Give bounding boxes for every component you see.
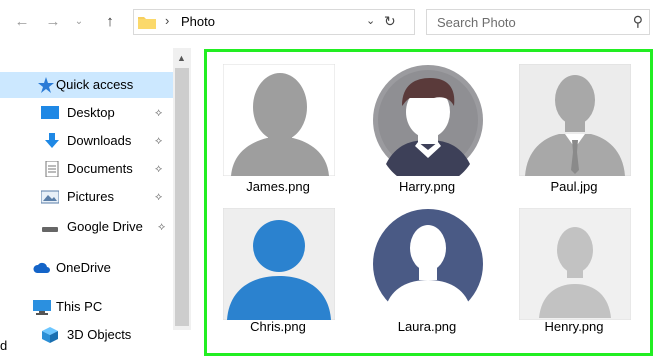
file-name: Harry.png (398, 179, 456, 194)
computer-icon (33, 300, 51, 315)
sidebar-item-label: OneDrive (56, 260, 111, 275)
refresh-icon[interactable]: ↻ (384, 13, 396, 30)
path-separator: › (165, 13, 170, 28)
sidebar-item-documents[interactable]: Documents ⟡ (0, 156, 173, 182)
file-name: Laura.png (397, 319, 457, 334)
sidebar-item-label: Documents (67, 161, 133, 176)
search-box[interactable]: ⚲ (426, 9, 650, 35)
pin-icon: ⟡ (155, 135, 163, 147)
avatar-thumbnail (372, 208, 484, 320)
search-input[interactable] (427, 10, 622, 34)
sidebar-item-label: This PC (56, 299, 103, 314)
navigation-pane: Quick access Desktop ⟡ Downloads ⟡ Docum… (0, 48, 173, 356)
sidebar-item-downloads[interactable]: Downloads ⟡ (0, 128, 173, 154)
sidebar-item-quick-access[interactable]: Quick access (0, 72, 173, 98)
file-grid: James.png Harry.png Paul.jpg Chris.png L… (204, 49, 653, 356)
pin-icon: ⟡ (155, 191, 163, 203)
sidebar-item-3d-objects[interactable]: 3D Objects (0, 322, 173, 348)
file-item-henry[interactable]: Henry.png (504, 197, 631, 339)
avatar-thumbnail (373, 65, 483, 176)
sidebar-scrollbar[interactable]: ▲ (173, 48, 191, 330)
file-item-harry[interactable]: Harry.png (357, 53, 483, 195)
folder-icon (138, 17, 156, 29)
scroll-up-arrow-icon[interactable]: ▲ (177, 53, 186, 63)
recent-locations-chevron-icon[interactable]: ⌄ (70, 12, 88, 32)
sidebar-item-label: Google Drive (67, 219, 143, 234)
pin-icon: ⟡ (155, 107, 163, 119)
cube-icon (42, 327, 58, 343)
sidebar-item-desktop[interactable]: Desktop ⟡ (0, 100, 173, 126)
breadcrumb-photo[interactable]: Photo (181, 14, 215, 29)
sidebar-item-label: Desktop (67, 105, 115, 120)
sidebar-item-google-drive[interactable]: Google Drive ⟡ (0, 214, 173, 240)
file-name: James.png (246, 179, 310, 194)
sidebar-item-label: Pictures (67, 189, 114, 204)
sidebar-item-label: Downloads (67, 133, 132, 148)
search-icon[interactable]: ⚲ (633, 13, 643, 30)
sidebar-item-onedrive[interactable]: OneDrive (0, 255, 173, 281)
pin-icon: ⟡ (155, 163, 163, 175)
star-icon (38, 77, 54, 93)
address-bar[interactable]: › Photo ⌄ ↻ (133, 9, 415, 35)
document-icon (45, 161, 59, 177)
avatar-thumbnail (223, 208, 335, 320)
file-name: Chris.png (250, 319, 306, 334)
sidebar-item-label: Quick access (56, 77, 134, 92)
download-arrow-icon (45, 133, 59, 148)
desktop-icon (41, 106, 59, 119)
avatar-thumbnail (519, 208, 631, 320)
file-name: Paul.jpg (550, 179, 598, 194)
file-item-laura[interactable]: Laura.png (357, 197, 484, 339)
file-item-james[interactable]: James.png (208, 53, 335, 195)
file-name: Henry.png (544, 319, 604, 334)
cloud-icon (33, 262, 50, 273)
sidebar-item-this-pc[interactable]: This PC (0, 294, 173, 320)
sidebar-item-label: 3D Objects (67, 327, 132, 342)
forward-arrow-icon[interactable]: → (44, 12, 62, 32)
drive-icon (42, 227, 58, 232)
file-item-paul[interactable]: Paul.jpg (504, 53, 631, 195)
sidebar-item-pictures[interactable]: Pictures ⟡ (0, 184, 173, 210)
scrollbar-thumb[interactable] (175, 68, 189, 326)
avatar-thumbnail (223, 64, 335, 176)
avatar-thumbnail (519, 64, 631, 176)
address-dropdown-chevron-icon[interactable]: ⌄ (366, 14, 375, 27)
address-toolbar: ← → ⌄ ↑ › Photo ⌄ ↻ ⚲ (0, 0, 653, 48)
pictures-icon (41, 190, 59, 204)
truncated-sidebar-text: d (0, 338, 8, 353)
pin-icon: ⟡ (158, 221, 166, 233)
file-item-chris[interactable]: Chris.png (208, 197, 335, 339)
up-arrow-icon[interactable]: ↑ (101, 12, 119, 32)
back-arrow-icon[interactable]: ← (13, 12, 31, 32)
